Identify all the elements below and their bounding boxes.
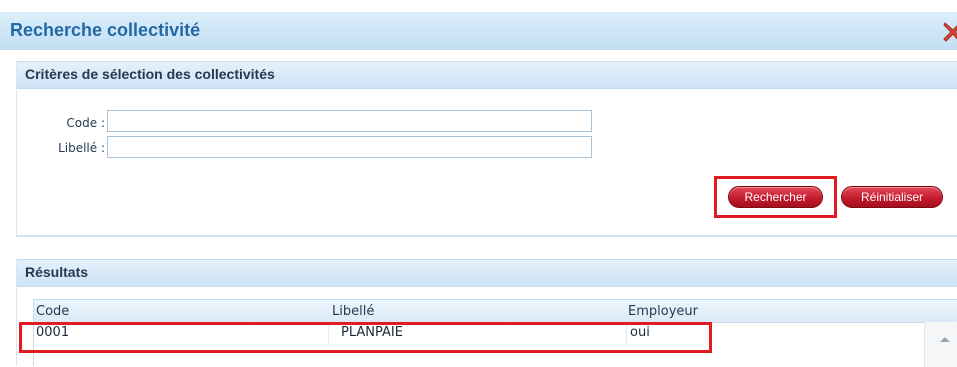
close-icon[interactable] [942, 18, 957, 44]
criteria-panel-header: Critères de sélection des collectivités [17, 61, 957, 89]
libelle-input[interactable] [107, 136, 592, 158]
search-button[interactable]: Rechercher [728, 186, 823, 208]
scroll-up-arrow-icon [940, 337, 950, 342]
results-panel-title: Résultats [25, 264, 89, 280]
results-grid-header: Code Libellé Employeur [34, 300, 957, 323]
reset-button[interactable]: Réinitialiser [841, 186, 943, 208]
column-header-employeur[interactable]: Employeur [628, 304, 698, 319]
results-panel-header: Résultats [17, 259, 957, 287]
code-input[interactable] [107, 110, 592, 132]
result-row-highlight [19, 322, 712, 353]
criteria-panel: Critères de sélection des collectivités … [16, 61, 957, 237]
vertical-scrollbar[interactable] [924, 322, 957, 367]
dialog-title: Recherche collectivité [10, 20, 201, 40]
code-label: Code : [66, 116, 105, 130]
libelle-label: Libellé : [58, 141, 105, 155]
dialog-title-bar: Recherche collectivité [0, 12, 957, 50]
criteria-panel-title: Critères de sélection des collectivités [25, 66, 275, 82]
column-header-code[interactable]: Code [36, 304, 69, 319]
column-header-libelle[interactable]: Libellé [332, 304, 374, 319]
results-panel: Résultats Code Libellé Employeur 0001 PL… [16, 259, 957, 367]
